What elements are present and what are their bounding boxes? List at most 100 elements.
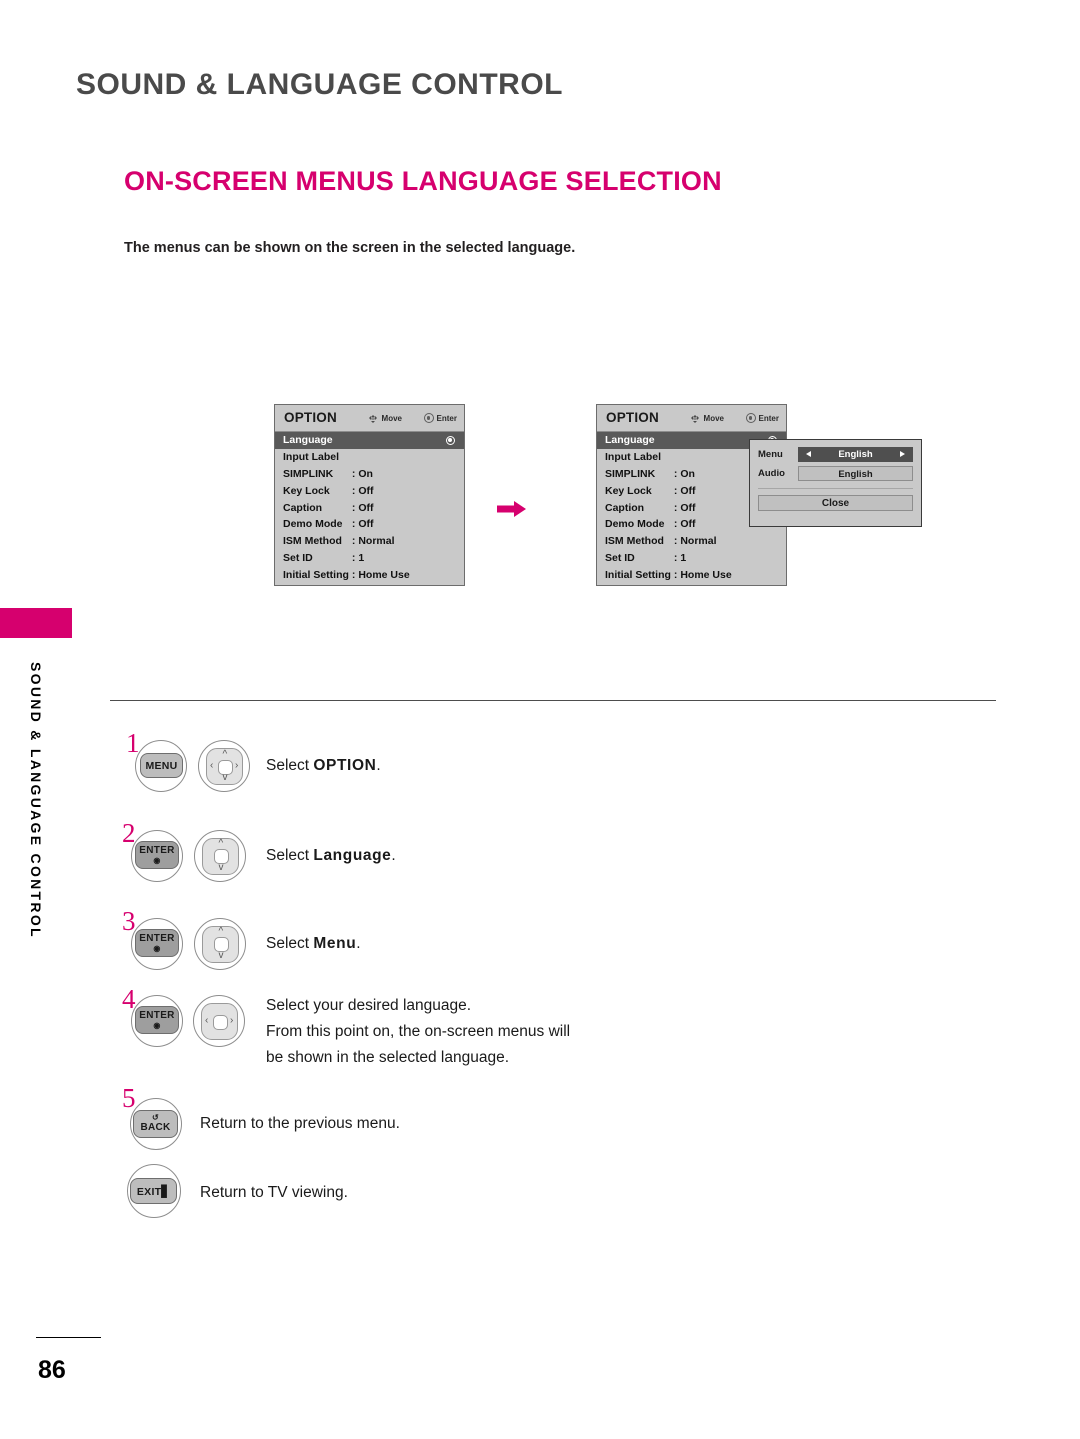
- osd-hint-enter-label: Enter: [436, 413, 457, 423]
- navpad-leftright[interactable]: ‹ ›: [201, 1003, 238, 1040]
- osd-hint-move-label: Move: [703, 414, 724, 423]
- osd-row-value: : Home Use: [673, 569, 732, 582]
- dpad-move-icon: [690, 413, 701, 424]
- osd-row-value: : Normal: [673, 535, 717, 548]
- popup-menu-label: Menu: [758, 449, 783, 460]
- osd-row-ism-method[interactable]: ISM Method : Normal: [275, 533, 464, 550]
- osd-hint-enter: Enter: [423, 413, 457, 423]
- osd-title: OPTION: [606, 410, 659, 425]
- enter-dot-icon: [745, 413, 756, 423]
- step-text-post: .: [356, 935, 361, 952]
- osd-row-label: SIMPLINK: [605, 467, 656, 480]
- chevron-right-icon[interactable]: ›: [230, 1016, 233, 1026]
- step-text-post: .: [376, 757, 381, 774]
- pink-right-arrow-icon: [497, 501, 526, 517]
- chevron-right-icon[interactable]: [900, 451, 905, 457]
- osd-panel-option-before: OPTION Move Enter Language Input Label S…: [274, 404, 465, 586]
- back-button[interactable]: ↺ BACK: [133, 1110, 178, 1138]
- osd-hint-move: Move: [368, 413, 402, 424]
- navpad-updown[interactable]: ^ v: [202, 926, 239, 963]
- chevron-right-icon[interactable]: ›: [235, 761, 238, 771]
- radio-selected-icon: [446, 436, 455, 445]
- step-2-text: Select Language.: [266, 843, 396, 869]
- osd-hint-enter: Enter: [745, 413, 779, 423]
- step-text-bold: Language: [313, 847, 392, 864]
- osd-row-label: Key Lock: [605, 484, 652, 497]
- chevron-down-icon[interactable]: v: [219, 863, 224, 873]
- close-button[interactable]: Close: [758, 495, 913, 511]
- navpad-updown[interactable]: ^ v: [202, 838, 239, 875]
- chevron-down-icon[interactable]: v: [223, 773, 228, 783]
- step-4-text: Select your desired language. From this …: [266, 993, 570, 1071]
- step-4-line-2: From this point on, the on-screen menus …: [266, 1023, 571, 1040]
- osd-row-ism-method[interactable]: ISM Method : Normal: [597, 533, 786, 550]
- osd-row-value: : 1: [673, 552, 687, 565]
- osd-row-label: Set ID: [283, 552, 313, 565]
- osd-row-language[interactable]: Language: [275, 432, 464, 449]
- osd-row-label: Key Lock: [283, 484, 330, 497]
- osd-row-set-id[interactable]: Set ID : 1: [597, 550, 786, 567]
- chevron-left-icon[interactable]: [806, 451, 811, 457]
- popup-menu-value-selector[interactable]: English: [798, 447, 913, 462]
- osd-row-value: : Off: [351, 484, 374, 497]
- enter-button[interactable]: ENTER ◉: [135, 929, 179, 957]
- enter-button-label: ENTER: [139, 845, 175, 856]
- osd-row-label: Initial Setting: [605, 569, 671, 582]
- osd-row-label: ISM Method: [605, 535, 664, 548]
- osd-row-label: Language: [605, 434, 655, 446]
- navpad-4way[interactable]: ^ v ‹ ›: [206, 748, 243, 785]
- osd-row-set-id[interactable]: Set ID : 1: [275, 550, 464, 567]
- menu-button-label: MENU: [145, 760, 178, 772]
- chevron-left-icon[interactable]: ‹: [210, 761, 213, 771]
- chevron-down-icon[interactable]: v: [219, 951, 224, 961]
- menu-button[interactable]: MENU: [140, 753, 183, 778]
- exit-button[interactable]: EXIT▋: [130, 1178, 177, 1204]
- step-3-text: Select Menu.: [266, 931, 361, 957]
- popup-audio-label: Audio: [758, 468, 785, 479]
- osd-row-key-lock[interactable]: Key Lock : Off: [275, 483, 464, 500]
- osd-row-initial-setting[interactable]: Initial Setting : Home Use: [597, 567, 786, 584]
- popup-audio-value: English: [838, 469, 873, 480]
- osd-row-value: : Off: [673, 518, 696, 531]
- step-5-text: Return to the previous menu.: [200, 1115, 400, 1132]
- chevron-up-icon[interactable]: ^: [219, 839, 224, 849]
- osd-row-value: : 1: [351, 552, 365, 565]
- osd-hint-enter-label: Enter: [758, 413, 779, 423]
- enter-button-label: ENTER: [139, 933, 175, 944]
- footer-rule: [36, 1337, 101, 1339]
- enter-dot-icon: ◉: [153, 1021, 161, 1030]
- osd-row-initial-setting[interactable]: Initial Setting : Home Use: [275, 567, 464, 584]
- enter-dot-icon: ◉: [153, 944, 161, 953]
- enter-button[interactable]: ENTER ◉: [135, 841, 179, 869]
- page-number: 86: [38, 1356, 66, 1384]
- osd-row-label: ISM Method: [283, 535, 342, 548]
- popup-menu-value: English: [838, 449, 873, 460]
- osd-row-label: Input Label: [283, 450, 339, 463]
- step-exit-text: Return to TV viewing.: [200, 1184, 348, 1201]
- osd-row-value: : Normal: [351, 535, 395, 548]
- osd-row-label: Caption: [605, 501, 645, 514]
- chevron-up-icon[interactable]: ^: [223, 750, 228, 760]
- step-4-line-3: be shown in the selected language.: [266, 1049, 510, 1066]
- osd-row-label: Caption: [283, 501, 323, 514]
- osd-header: OPTION Move Enter: [275, 405, 464, 432]
- osd-row-input-label[interactable]: Input Label: [275, 449, 464, 466]
- osd-row-demo-mode[interactable]: Demo Mode : Off: [275, 516, 464, 533]
- side-tab-marker: [0, 608, 72, 638]
- enter-button[interactable]: ENTER ◉: [135, 1006, 179, 1034]
- popup-audio-value-selector[interactable]: English: [798, 466, 913, 481]
- osd-row-value: : Off: [351, 501, 374, 514]
- osd-row-caption[interactable]: Caption : Off: [275, 500, 464, 517]
- osd-row-label: Language: [283, 434, 333, 446]
- osd-row-simplink[interactable]: SIMPLINK : On: [275, 466, 464, 483]
- osd-row-value: : Home Use: [351, 569, 410, 582]
- popup-audio-row: Audio English: [758, 466, 913, 481]
- osd-row-label: Input Label: [605, 450, 661, 463]
- navpad-center[interactable]: [213, 1015, 228, 1030]
- step-text-post: .: [391, 847, 396, 864]
- chevron-up-icon[interactable]: ^: [219, 927, 224, 937]
- step-4-line-1: Select your desired language.: [266, 997, 472, 1014]
- enter-dot-icon: [423, 413, 434, 423]
- chevron-left-icon[interactable]: ‹: [205, 1016, 208, 1026]
- osd-row-value: : On: [351, 467, 373, 480]
